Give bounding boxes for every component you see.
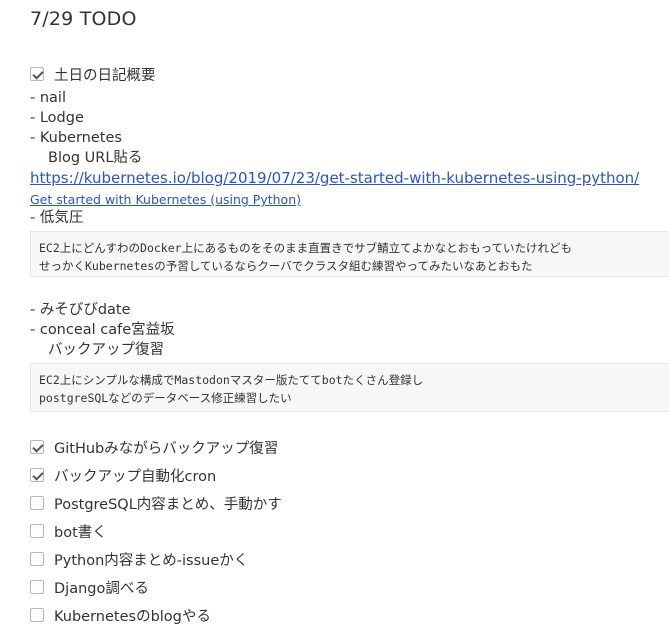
checkbox-icon[interactable] xyxy=(30,67,44,81)
todo-label: バックアップ自動化cron xyxy=(54,468,217,485)
list-item: - みそびびdate xyxy=(30,302,131,318)
list-item: - Kubernetes xyxy=(30,130,122,146)
kubernetes-blog-url-link[interactable]: https://kubernetes.io/blog/2019/07/23/ge… xyxy=(30,168,639,188)
code-block: EC2上にどんすわのDocker上にあるものをそのまま直置きでサブ鯖立てよかなと… xyxy=(30,231,669,277)
checkbox-icon[interactable] xyxy=(30,524,44,538)
checkbox-icon[interactable] xyxy=(30,468,44,482)
backup-note: バックアップ復習 xyxy=(48,342,164,358)
checkbox-icon[interactable] xyxy=(30,552,44,566)
checkbox-icon[interactable] xyxy=(30,608,44,622)
checkbox-icon[interactable] xyxy=(30,496,44,510)
todo-label: bot書く xyxy=(54,524,107,541)
todo-item[interactable]: bot書く xyxy=(30,521,107,541)
list-item: - conceal cafe宮益坂 xyxy=(30,322,175,338)
checkbox-icon[interactable] xyxy=(30,580,44,594)
todo-item[interactable]: PostgreSQL内容まとめ、手動かす xyxy=(30,493,282,513)
todo-diary-summary[interactable]: 土日の日記概要 xyxy=(30,64,156,84)
code-block: EC2上にシンプルな構成でMastodonマスター版たててbotたくさん登録し … xyxy=(30,363,669,412)
todo-item[interactable]: バックアップ自動化cron xyxy=(30,465,216,485)
blog-url-note: Blog URL貼る xyxy=(48,150,143,166)
todo-item[interactable]: Django調べる xyxy=(30,577,149,597)
todo-label: PostgreSQL内容まとめ、手動かす xyxy=(54,496,282,513)
todo-label: Kubernetesのblogやる xyxy=(54,608,211,625)
todo-label: 土日の日記概要 xyxy=(54,67,156,84)
todo-item[interactable]: Python内容まとめ-issueかく xyxy=(30,549,248,569)
list-item: - 低気圧 xyxy=(30,210,84,226)
checkbox-icon[interactable] xyxy=(30,440,44,454)
page-title: 7/29 TODO xyxy=(30,8,137,30)
list-item: - nail xyxy=(30,90,66,106)
todo-item[interactable]: Kubernetesのblogやる xyxy=(30,605,211,625)
list-item: - Lodge xyxy=(30,110,84,126)
todo-item[interactable]: GitHubみながらバックアップ復習 xyxy=(30,437,278,457)
todo-label: Django調べる xyxy=(54,580,149,597)
todo-label: Python内容まとめ-issueかく xyxy=(54,552,249,569)
todo-label: GitHubみながらバックアップ復習 xyxy=(54,440,279,457)
kubernetes-blog-title-link[interactable]: Get started with Kubernetes (using Pytho… xyxy=(30,191,301,209)
